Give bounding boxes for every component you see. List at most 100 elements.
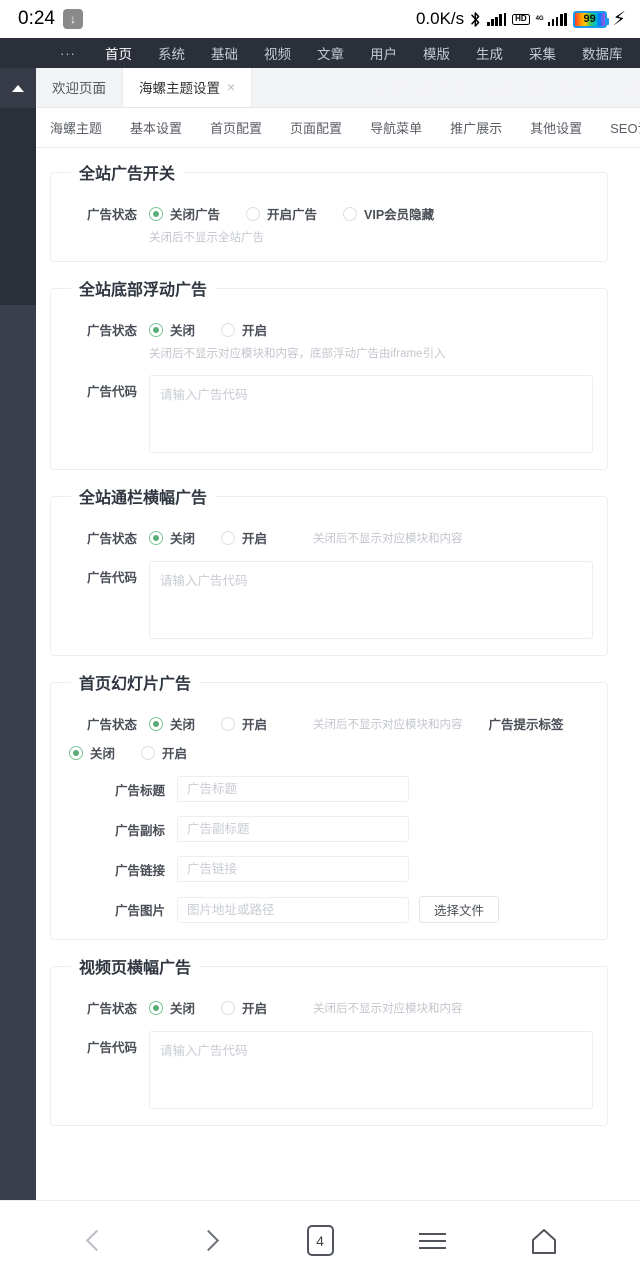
close-icon[interactable]: ×	[227, 80, 235, 94]
ad-image-input[interactable]	[177, 896, 409, 923]
menu-button[interactable]	[404, 1218, 460, 1264]
chevron-left-icon	[85, 1229, 107, 1252]
ad-link-input[interactable]	[177, 856, 409, 882]
section-global-ad-switch-title: 全站广告开关	[79, 166, 176, 183]
ad-title-label: 广告标题	[114, 783, 165, 798]
ad-subtitle-input[interactable]	[177, 816, 409, 842]
tab-welcome-page[interactable]: 欢迎页面	[36, 68, 123, 107]
subnav-item-basic-settings[interactable]: 基本设置	[116, 108, 196, 147]
radio-open-ads-label: 开启广告	[267, 208, 318, 222]
home-icon	[529, 1227, 559, 1255]
hint-row-bottom-float: 关闭后不显示对应模块和内容，底部浮动广告由iframe引入	[65, 345, 593, 361]
section-site-banner-ad: 全站通栏横幅广告 广告状态 关闭 开启 关闭后不显示对应模块和内容 广告代码 请…	[50, 484, 608, 656]
hint-spacer	[65, 229, 149, 245]
radio-dot-icon	[246, 206, 261, 221]
ad-code-textarea[interactable]	[149, 561, 593, 639]
tab-strip: 系统设置 系统 · 首页 模板 操作 帮助 退出 欢迎页面 海螺主题设置 ×	[36, 68, 640, 108]
radio-on[interactable]: 开启	[221, 320, 267, 339]
field-row-ad-status: 广告状态 关闭 开启 关闭后不显示对应模块和内容 广告提示标签	[65, 714, 593, 733]
radio-dot-icon	[221, 530, 236, 545]
radio-open-ads[interactable]: 开启广告	[246, 204, 317, 223]
section-bottom-float-ad: 全站底部浮动广告 广告状态 关闭 开启 关闭后不显示对应模块和内容，底部浮动广告…	[50, 276, 608, 470]
subnav-item-page-config[interactable]: 页面配置	[276, 108, 356, 147]
tab-hailuo-theme-settings[interactable]: 海螺主题设置 ×	[123, 68, 253, 107]
ad-code-body	[149, 1031, 593, 1109]
radio-close-ads[interactable]: 关闭广告	[149, 204, 220, 223]
nav-item-system[interactable]: 系统	[145, 38, 198, 68]
section-home-slideshow-ad: 首页幻灯片广告 广告状态 关闭 开启 关闭后不显示对应模块和内容 广告提示标签 …	[50, 670, 608, 940]
nav-item-database[interactable]: 数据库	[569, 38, 636, 68]
subnav-item-home-config[interactable]: 首页配置	[196, 108, 276, 147]
bluetooth-icon	[470, 11, 481, 28]
network-type-label: 4G	[535, 16, 544, 22]
ad-code-textarea[interactable]	[149, 1031, 593, 1109]
battery-icon: 99	[572, 10, 609, 28]
nav-item-video[interactable]: 视频	[251, 38, 304, 68]
radio-on[interactable]: 开启	[221, 998, 267, 1017]
ad-link-body	[177, 856, 593, 882]
ad-status-radios: 关闭 开启 关闭后不显示对应模块和内容 广告提示标签	[149, 714, 593, 733]
radio-off[interactable]: 关闭	[149, 998, 195, 1017]
browser-bottom-bar: 4	[0, 1200, 640, 1280]
radio-vip-hidden[interactable]: VIP会员隐藏	[343, 204, 434, 223]
more-menu-icon[interactable]: ···	[60, 46, 76, 61]
chevron-up-icon	[12, 84, 24, 92]
sub-nav: 海螺主题 基本设置 首页配置 页面配置 导航菜单 推广展示 其他设置 SEO设置…	[36, 108, 640, 148]
choose-file-button[interactable]: 选择文件	[419, 896, 500, 923]
radio-off[interactable]: 关闭	[149, 714, 195, 733]
ad-code-textarea[interactable]	[149, 375, 593, 453]
hint-bottom-float-ad: 关闭后不显示对应模块和内容，底部浮动广告由iframe引入	[149, 348, 446, 360]
forward-button[interactable]	[180, 1218, 236, 1264]
subnav-item-hailuo-theme[interactable]: 海螺主题	[36, 108, 116, 147]
subnav-item-seo-settings[interactable]: SEO设置	[596, 108, 640, 147]
status-right-group: 0.0K/s HD 4G 99 ⚡	[416, 8, 626, 31]
radio-tag-on[interactable]: 开启	[141, 743, 187, 762]
section-bottom-float-ad-title: 全站底部浮动广告	[79, 282, 208, 299]
radio-on[interactable]: 开启	[221, 528, 267, 547]
tab-switcher-button[interactable]: 4	[292, 1218, 348, 1264]
radio-on-label: 开启	[242, 1002, 268, 1016]
nav-item-template[interactable]: 模版	[410, 38, 463, 68]
ad-subtitle-label: 广告副标	[114, 823, 165, 838]
field-row-ad-title: 广告标题	[65, 776, 593, 802]
ad-status-radios: 关闭广告 开启广告 VIP会员隐藏	[149, 204, 593, 223]
subnav-item-other-settings[interactable]: 其他设置	[516, 108, 596, 147]
hint-site-banner-ad: 关闭后不显示对应模块和内容	[313, 532, 463, 545]
nav-item-user[interactable]: 用户	[357, 38, 410, 68]
radio-off-label: 关闭	[170, 324, 196, 338]
section-global-ad-switch: 全站广告开关 广告状态 关闭广告 开启广告 VIP会员隐藏 关闭后不显示全站广告	[50, 160, 608, 262]
nav-item-generate[interactable]: 生成	[463, 38, 516, 68]
ad-title-input[interactable]	[177, 776, 409, 802]
radio-dot-icon	[221, 322, 236, 337]
subnav-item-promotion[interactable]: 推广展示	[436, 108, 516, 147]
status-bar: 0:24 ↓ 0.0K/s HD 4G 99 ⚡	[0, 0, 640, 38]
field-row-ad-subtitle: 广告副标	[65, 816, 593, 842]
radio-tag-off[interactable]: 关闭	[69, 743, 115, 762]
field-row-ad-code: 广告代码	[65, 375, 593, 453]
ad-code-body	[149, 561, 593, 639]
nav-item-basic[interactable]: 基础	[198, 38, 251, 68]
hint-row-global: 关闭后不显示全站广告	[65, 229, 593, 245]
radio-on[interactable]: 开启	[221, 714, 267, 733]
battery-level-label: 99	[583, 12, 596, 25]
nav-item-app[interactable]: 应用	[636, 38, 640, 68]
charging-icon: ⚡	[612, 8, 626, 30]
nav-item-home[interactable]: 首页	[92, 38, 145, 76]
network-type-icon: 4G	[536, 16, 544, 22]
field-row-ad-code: 广告代码	[65, 561, 593, 639]
ad-status-radios: 关闭 开启 关闭后不显示对应模块和内容	[149, 528, 593, 547]
subnav-item-nav-menu[interactable]: 导航菜单	[356, 108, 436, 147]
home-button[interactable]	[516, 1218, 572, 1264]
radio-off[interactable]: 关闭	[149, 320, 195, 339]
ad-status-label: 广告状态	[86, 1002, 137, 1016]
radio-off[interactable]: 关闭	[149, 528, 195, 547]
tab-welcome-page-label: 欢迎页面	[52, 81, 106, 96]
hint-slideshow-ad: 关闭后不显示对应模块和内容	[313, 718, 463, 731]
back-button[interactable]	[68, 1218, 124, 1264]
nav-item-collect[interactable]: 采集	[516, 38, 569, 68]
ad-image-label: 广告图片	[114, 904, 165, 918]
radio-dot-icon	[221, 1000, 236, 1015]
sidebar-collapse-button[interactable]	[0, 68, 36, 108]
radio-off-label: 关闭	[170, 718, 196, 732]
nav-item-article[interactable]: 文章	[304, 38, 357, 68]
